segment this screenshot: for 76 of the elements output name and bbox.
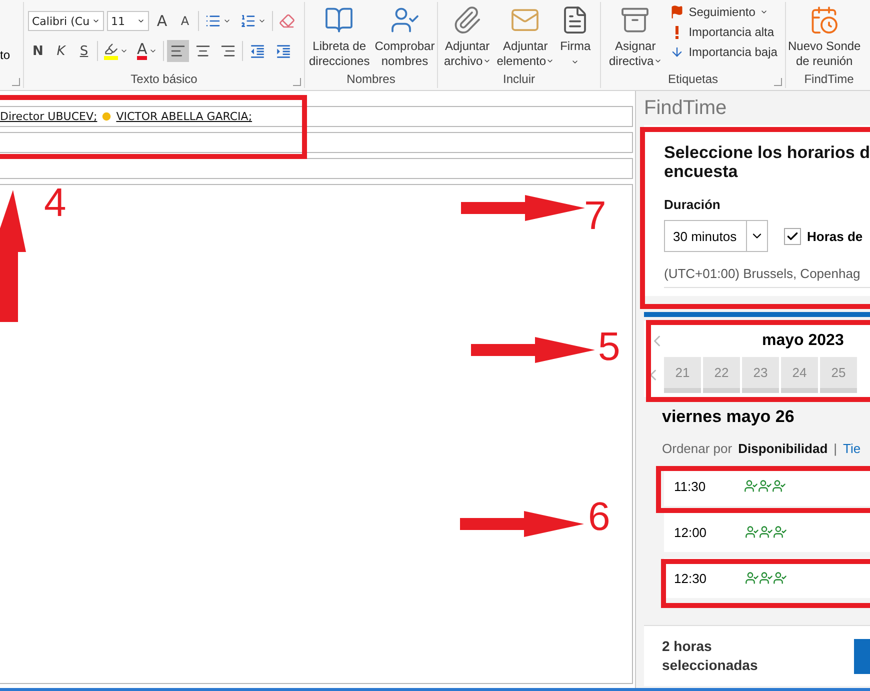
sort-divider: |: [834, 441, 838, 456]
signature-button[interactable]: Firma: [558, 2, 593, 66]
to-field[interactable]: Director UBUCEV; VICTOR ABELLA GARCIA;: [0, 106, 633, 127]
attach-item-button[interactable]: Adjuntar elemento: [494, 2, 556, 69]
flag-button[interactable]: Seguimiento: [668, 3, 780, 21]
italic-button[interactable]: K: [51, 40, 71, 62]
increase-indent-icon: [275, 42, 292, 60]
highlighter-icon: [104, 42, 118, 60]
check-names-button[interactable]: Comprobar nombres: [372, 2, 437, 69]
selection-summary: 2 horas seleccionadas: [662, 637, 758, 675]
sort-option[interactable]: Tie: [843, 441, 861, 456]
font-color-button[interactable]: A: [134, 40, 160, 62]
group-label: Etiquetas: [668, 72, 718, 88]
caret-icon: [120, 47, 128, 55]
group-label: FindTime: [804, 72, 854, 88]
align-left-icon: [170, 43, 186, 59]
numbered-list-icon: [240, 13, 256, 29]
font-name-field[interactable]: Calibri (Cu: [28, 11, 104, 31]
pane-heading: Seleccione los horarios d encuesta: [664, 143, 870, 181]
recipient-link[interactable]: Director UBUCEV;: [0, 110, 98, 123]
annotation-number: 5: [598, 327, 620, 367]
calendar-clock-icon: [809, 5, 840, 35]
ribbon-label: to: [0, 48, 10, 62]
sort-label: Ordenar por: [662, 441, 732, 456]
caret-icon: [137, 17, 145, 25]
poll-button[interactable]: Nuevo Sonde de reunión: [786, 2, 863, 69]
decrease-indent-icon: [249, 42, 266, 60]
working-hours-label: Horas de: [807, 228, 863, 244]
address-book-button[interactable]: Libreta de direcciones: [307, 2, 372, 69]
checkmark-icon: [786, 230, 799, 242]
align-right-icon: [220, 43, 236, 59]
annotation-number: 4: [44, 183, 66, 223]
annotation-number: 7: [584, 196, 606, 236]
launcher-icon: [774, 78, 782, 86]
date-heading: viernes mayo 26: [661, 406, 796, 427]
month-title: mayo 2023: [762, 332, 844, 350]
sort-option[interactable]: Disponibilidad: [738, 441, 828, 456]
underline-button[interactable]: S: [74, 40, 94, 62]
subject-field[interactable]: [0, 158, 633, 179]
font-size-field[interactable]: 11: [107, 11, 149, 31]
caret-icon: [149, 47, 158, 55]
flag-icon: [670, 5, 684, 19]
attendees-available-icon: [744, 525, 787, 539]
attach-file-button[interactable]: Adjuntar archivo: [442, 2, 493, 69]
time-slot[interactable]: 12:00: [664, 512, 870, 552]
paperclip-icon: [452, 5, 482, 35]
caret-icon: [258, 17, 266, 25]
working-hours-checkbox[interactable]: [784, 228, 801, 244]
shrink-font-button[interactable]: A: [175, 10, 195, 32]
pane-title: FindTime: [644, 96, 728, 121]
align-center-icon: [195, 43, 212, 59]
bold-button[interactable]: N: [28, 40, 48, 62]
caret-icon: [92, 17, 100, 25]
down-arrow-icon: [670, 45, 684, 59]
launcher-icon: [293, 78, 301, 86]
eraser-icon: [279, 13, 295, 29]
low-button[interactable]: Importancia baja: [668, 43, 780, 61]
caret-icon: [223, 17, 231, 25]
policy-button[interactable]: Asignar directiva: [607, 2, 664, 69]
duration-label: Duración: [664, 197, 722, 212]
group-label: Incluir: [502, 72, 535, 88]
duration-select[interactable]: 30 minutos: [664, 220, 768, 252]
grow-font-button[interactable]: A: [152, 10, 172, 32]
attendees-available-icon: [744, 479, 786, 493]
attendees-available-icon: [744, 571, 787, 585]
bullet-list-icon: [205, 13, 221, 29]
group-label: Nombres: [346, 72, 396, 88]
group-label: Texto básico: [130, 72, 198, 88]
align-left-button[interactable]: [167, 40, 190, 62]
annotation-number: 6: [588, 497, 610, 537]
launcher-icon: [12, 78, 20, 86]
high-button[interactable]: Importancia alta: [668, 23, 780, 41]
exclamation-icon: [674, 26, 679, 38]
recipient-link[interactable]: VICTOR ABELLA GARCIA;: [116, 110, 252, 123]
cc-field[interactable]: [0, 132, 633, 153]
timezone-text: (UTC+01:00) Brussels, Copenhag: [664, 266, 870, 288]
